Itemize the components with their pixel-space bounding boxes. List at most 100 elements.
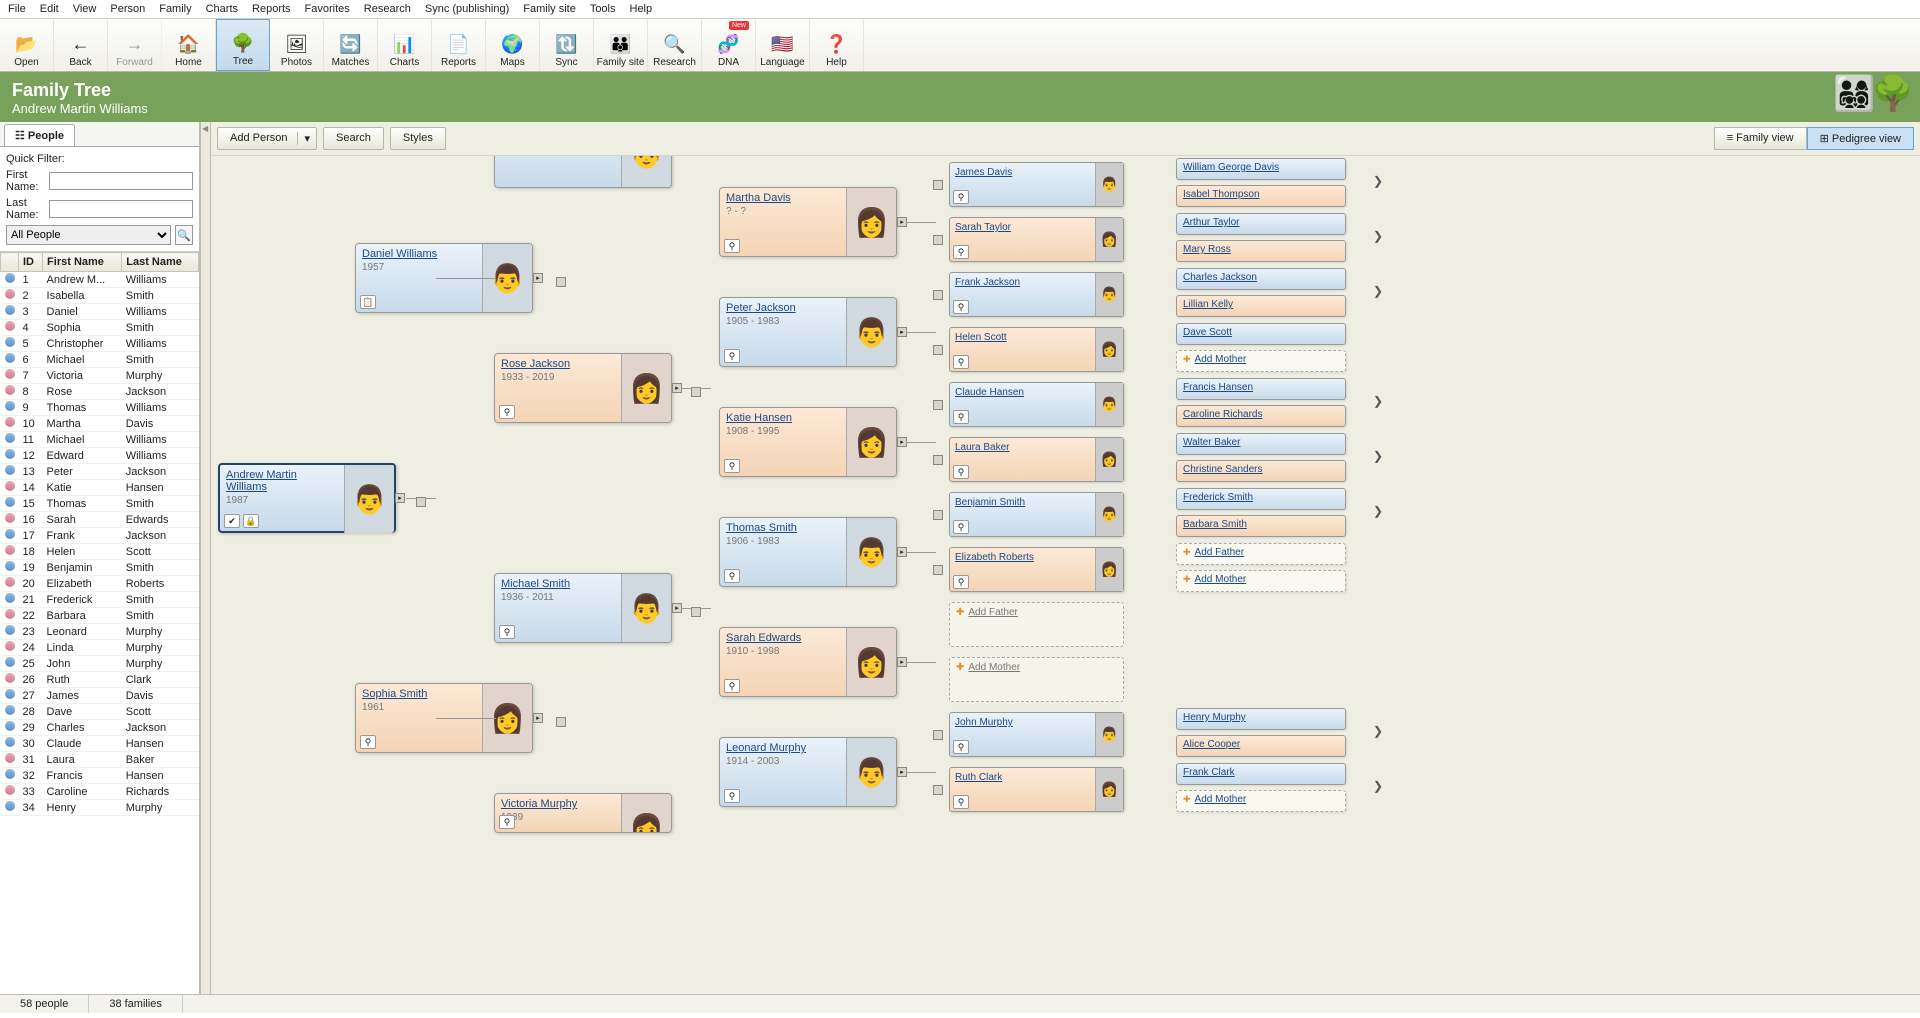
person-row[interactable]: 11MichaelWilliams: [1, 432, 199, 448]
add-parent-box[interactable]: Add Mother: [949, 657, 1124, 702]
person-row[interactable]: 23LeonardMurphy: [1, 624, 199, 640]
person-row[interactable]: 5ChristopherWilliams: [1, 336, 199, 352]
card-badge[interactable]: 🔒: [243, 514, 259, 528]
person-name-link[interactable]: Benjamin Smith: [955, 497, 1025, 508]
card-badge[interactable]: ⚲: [953, 740, 969, 754]
home-button[interactable]: 🏠Home: [162, 19, 216, 71]
person-card[interactable]: Arthur Taylor: [1176, 213, 1346, 235]
expand-chevron[interactable]: ❯: [1371, 227, 1385, 245]
person-name-link[interactable]: Add Mother: [1195, 794, 1247, 805]
person-row[interactable]: 25JohnMurphy: [1, 656, 199, 672]
person-name-link[interactable]: Lillian Kelly: [1183, 299, 1233, 310]
menu-help[interactable]: Help: [630, 3, 653, 15]
card-badge[interactable]: ⚲: [953, 575, 969, 589]
expand-chevron[interactable]: ❯: [1371, 447, 1385, 465]
person-name-link[interactable]: Helen Scott: [955, 332, 1007, 343]
tab-people[interactable]: ☷ People: [4, 124, 75, 146]
person-card[interactable]: Sarah Edwards1910 - 1998⚲👩▸: [719, 627, 897, 697]
person-card[interactable]: Dave Scott: [1176, 323, 1346, 345]
person-card[interactable]: Isabel Thompson: [1176, 185, 1346, 207]
person-row[interactable]: 28DaveScott: [1, 704, 199, 720]
person-card[interactable]: John Murphy⚲👨: [949, 712, 1124, 757]
last-name-input[interactable]: [49, 200, 193, 218]
person-row[interactable]: 34HenryMurphy: [1, 800, 199, 816]
search-icon[interactable]: 🔍: [175, 225, 193, 245]
person-name-link[interactable]: Michael Smith: [501, 578, 570, 590]
styles-button[interactable]: Styles: [390, 127, 446, 150]
charts-button[interactable]: 📊Charts: [378, 19, 432, 71]
person-name-link[interactable]: Claude Hansen: [955, 387, 1024, 398]
person-card[interactable]: Victoria Murphy1939⚲👩▸: [494, 793, 672, 833]
maps-button[interactable]: 🌍Maps: [486, 19, 540, 71]
person-card[interactable]: Walter Baker: [1176, 433, 1346, 455]
card-badge[interactable]: ⚲: [953, 300, 969, 314]
person-row[interactable]: 2IsabellaSmith: [1, 288, 199, 304]
person-card[interactable]: Sarah Taylor⚲👩: [949, 217, 1124, 262]
person-name-link[interactable]: Leonard Murphy: [726, 742, 806, 754]
col-first[interactable]: First Name: [43, 253, 122, 272]
person-card[interactable]: Peter Jackson1905 - 1983⚲👨▸: [719, 297, 897, 367]
expand-chevron[interactable]: ❯: [1371, 722, 1385, 740]
person-photo[interactable]: 👩: [1095, 768, 1123, 811]
card-badge[interactable]: ⚲: [724, 459, 740, 473]
person-photo[interactable]: 👩: [846, 408, 896, 476]
person-card[interactable]: Benjamin Smith⚲👨: [949, 492, 1124, 537]
person-photo[interactable]: 👨: [846, 298, 896, 366]
menu-research[interactable]: Research: [364, 3, 411, 15]
connector-node[interactable]: [556, 717, 566, 727]
person-card[interactable]: Leonard Murphy1914 - 2003⚲👨▸: [719, 737, 897, 807]
person-row[interactable]: 14KatieHansen: [1, 480, 199, 496]
person-name-link[interactable]: Sophia Smith: [362, 688, 427, 700]
person-row[interactable]: 8RoseJackson: [1, 384, 199, 400]
person-photo[interactable]: 👩: [1095, 328, 1123, 371]
connector-node[interactable]: [933, 785, 943, 795]
col-last[interactable]: Last Name: [122, 253, 199, 272]
person-name-link[interactable]: John Murphy: [955, 717, 1013, 728]
person-row[interactable]: 7VictoriaMurphy: [1, 368, 199, 384]
connector-node[interactable]: [691, 387, 701, 397]
menu-family[interactable]: Family: [159, 3, 191, 15]
research-button[interactable]: 🔍Research: [648, 19, 702, 71]
add-parent-box[interactable]: Add Father: [949, 602, 1124, 647]
tree-canvas[interactable]: 👨Andrew Martin Williams1987✔🔒👨▸Daniel Wi…: [211, 156, 1920, 994]
person-name-link[interactable]: William George Davis: [1183, 162, 1279, 173]
card-badge[interactable]: ⚲: [724, 679, 740, 693]
person-name-link[interactable]: Frank Clark: [1183, 767, 1235, 778]
person-card[interactable]: Katie Hansen1908 - 1995⚲👩▸: [719, 407, 897, 477]
connector-node[interactable]: [933, 565, 943, 575]
person-name-link[interactable]: Arthur Taylor: [1183, 217, 1240, 228]
person-card[interactable]: Mary Ross: [1176, 240, 1346, 262]
back-button[interactable]: ←Back: [54, 19, 108, 71]
person-name-link[interactable]: Add Mother: [1195, 354, 1247, 365]
person-card[interactable]: Claude Hansen⚲👨: [949, 382, 1124, 427]
person-name-link[interactable]: Christine Sanders: [1183, 464, 1262, 475]
person-row[interactable]: 12EdwardWilliams: [1, 448, 199, 464]
card-badge[interactable]: ⚲: [499, 625, 515, 639]
people-list[interactable]: ID First Name Last Name 1Andrew M...Will…: [0, 251, 199, 994]
person-row[interactable]: 21FrederickSmith: [1, 592, 199, 608]
person-photo[interactable]: 👨: [621, 574, 671, 642]
open-button[interactable]: 📂Open: [0, 19, 54, 71]
person-photo[interactable]: 👩: [1095, 218, 1123, 261]
add-parent-card[interactable]: Add Mother: [1176, 350, 1346, 372]
person-row[interactable]: 13PeterJackson: [1, 464, 199, 480]
connector-node[interactable]: [933, 180, 943, 190]
person-name-link[interactable]: Andrew Martin Williams: [226, 469, 338, 493]
person-name-link[interactable]: Mary Ross: [1183, 244, 1231, 255]
person-row[interactable]: 18HelenScott: [1, 544, 199, 560]
card-badge[interactable]: ⚲: [724, 789, 740, 803]
person-row[interactable]: 4SophiaSmith: [1, 320, 199, 336]
person-card[interactable]: Michael Smith1936 - 2011⚲👨▸: [494, 573, 672, 643]
card-badge[interactable]: ⚲: [360, 735, 376, 749]
person-name-link[interactable]: Thomas Smith: [726, 522, 797, 534]
connector-node[interactable]: [933, 400, 943, 410]
person-name-link[interactable]: Walter Baker: [1183, 437, 1240, 448]
card-badge[interactable]: ⚲: [953, 245, 969, 259]
menu-file[interactable]: File: [8, 3, 26, 15]
person-photo[interactable]: 👩: [1095, 438, 1123, 481]
expand-chevron[interactable]: ❯: [1371, 777, 1385, 795]
person-card[interactable]: Lillian Kelly: [1176, 295, 1346, 317]
person-row[interactable]: 1Andrew M...Williams: [1, 272, 199, 288]
person-card[interactable]: Christine Sanders: [1176, 460, 1346, 482]
person-photo[interactable]: 👩: [846, 628, 896, 696]
